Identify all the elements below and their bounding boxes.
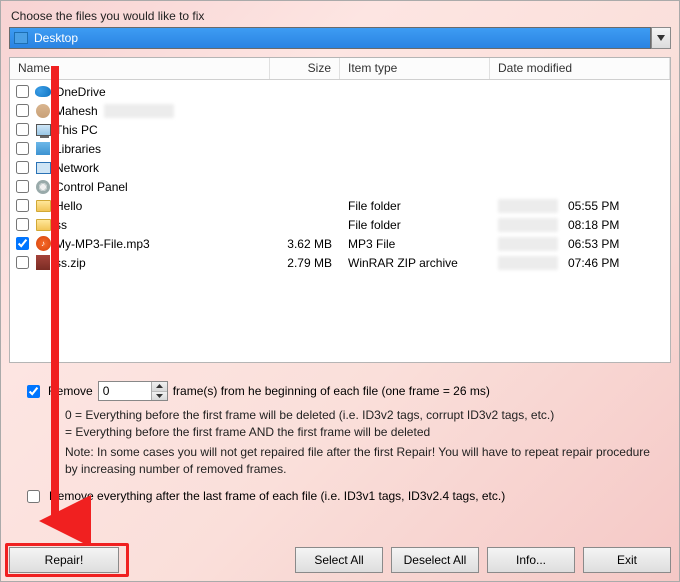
table-row[interactable]: Hello File folder05:55 PM (10, 196, 670, 215)
col-date[interactable]: Date modified (490, 58, 670, 79)
row-name: My-MP3-File.mp3 (55, 237, 150, 251)
row-checkbox[interactable] (16, 142, 29, 155)
path-dropdown-button[interactable] (651, 27, 671, 49)
row-date: 05:55 PM (490, 199, 670, 213)
frames-input[interactable] (99, 382, 151, 400)
remove-label-after: frame(s) from he beginning of each file … (173, 384, 490, 398)
table-row[interactable]: Network (10, 158, 670, 177)
col-size[interactable]: Size (270, 58, 340, 79)
row-date: 06:53 PM (490, 237, 670, 251)
row-name: OneDrive (55, 85, 106, 99)
row-name: Mahesh (55, 104, 98, 118)
row-type: WinRAR ZIP archive (340, 256, 490, 270)
table-row[interactable]: Libraries (10, 139, 670, 158)
select-all-button[interactable]: Select All (295, 547, 383, 573)
path-label: Desktop (34, 31, 78, 45)
table-row[interactable]: Mahesh (10, 101, 670, 120)
deselect-all-button[interactable]: Deselect All (391, 547, 479, 573)
row-size: 2.79 MB (270, 256, 340, 270)
row-checkbox[interactable] (16, 161, 29, 174)
spin-up[interactable] (152, 382, 167, 392)
frames-spinner (98, 381, 168, 401)
path-selector: Desktop (9, 27, 671, 49)
spin-down[interactable] (152, 392, 167, 401)
row-name: Control Panel (55, 180, 128, 194)
remove-frames-row: Remove frame(s) from he beginning of eac… (9, 381, 671, 401)
net-icon (36, 162, 51, 174)
help-line-2: = Everything before the first frame AND … (65, 424, 661, 441)
folder-icon (36, 219, 51, 231)
row-checkbox[interactable] (16, 256, 29, 269)
list-header: Name Size Item type Date modified (10, 58, 670, 80)
table-row[interactable]: OneDrive (10, 82, 670, 101)
row-type: File folder (340, 199, 490, 213)
libs-icon (36, 142, 50, 155)
row-checkbox[interactable] (16, 237, 29, 250)
file-list-panel: Name Size Item type Date modified OneDri… (9, 57, 671, 363)
row-checkbox[interactable] (16, 218, 29, 231)
info-button[interactable]: Info... (487, 547, 575, 573)
onedrive-icon (35, 86, 51, 97)
remove-after-checkbox[interactable] (27, 490, 40, 503)
desktop-icon (14, 32, 28, 44)
zip-icon (36, 255, 50, 270)
user-icon (36, 104, 50, 118)
exit-button[interactable]: Exit (583, 547, 671, 573)
row-date: 08:18 PM (490, 218, 670, 232)
row-name: ss.zip (55, 256, 86, 270)
remove-after-row: Remove everything after the last frame o… (9, 487, 671, 506)
col-type[interactable]: Item type (340, 58, 490, 79)
row-checkbox[interactable] (16, 104, 29, 117)
row-date: 07:46 PM (490, 256, 670, 270)
row-checkbox[interactable] (16, 180, 29, 193)
help-text: 0 = Everything before the first frame wi… (9, 401, 671, 479)
help-line-3: Note: In some cases you will not get rep… (65, 444, 661, 479)
remove-checkbox[interactable] (27, 385, 40, 398)
remove-label-before: Remove (48, 384, 93, 398)
col-name[interactable]: Name (10, 58, 270, 79)
cpl-icon (36, 180, 50, 194)
list-body[interactable]: OneDrive Mahesh This PC Libraries Network Con… (10, 80, 670, 362)
app-window: Choose the files you would like to fix D… (0, 0, 680, 582)
row-name: Network (55, 161, 99, 175)
redacted (104, 104, 174, 118)
table-row[interactable]: ss.zip 2.79 MBWinRAR ZIP archive07:46 PM (10, 253, 670, 272)
redacted (498, 199, 558, 213)
row-checkbox[interactable] (16, 85, 29, 98)
folder-icon (36, 200, 51, 212)
row-type: File folder (340, 218, 490, 232)
table-row[interactable]: Control Panel (10, 177, 670, 196)
table-row[interactable]: ♪ My-MP3-File.mp3 3.62 MBMP3 File06:53 PM (10, 234, 670, 253)
help-line-1: 0 = Everything before the first frame wi… (65, 407, 661, 424)
path-dropdown[interactable]: Desktop (9, 27, 651, 49)
chevron-down-icon (657, 35, 665, 41)
row-size: 3.62 MB (270, 237, 340, 251)
row-checkbox[interactable] (16, 123, 29, 136)
row-name: Libraries (55, 142, 101, 156)
table-row[interactable]: ss File folder08:18 PM (10, 215, 670, 234)
mp3-icon: ♪ (36, 236, 51, 251)
table-row[interactable]: This PC (10, 120, 670, 139)
row-name: This PC (55, 123, 98, 137)
redacted (498, 218, 558, 232)
pc-icon (36, 124, 51, 136)
remove-after-label: Remove everything after the last frame o… (49, 489, 505, 503)
repair-button[interactable]: Repair! (9, 547, 119, 573)
row-name: Hello (55, 199, 82, 213)
row-name: ss (55, 218, 67, 232)
button-bar: Repair! Select All Deselect All Info... … (9, 547, 671, 573)
redacted (498, 256, 558, 270)
prompt-label: Choose the files you would like to fix (11, 9, 671, 23)
row-checkbox[interactable] (16, 199, 29, 212)
row-type: MP3 File (340, 237, 490, 251)
redacted (498, 237, 558, 251)
